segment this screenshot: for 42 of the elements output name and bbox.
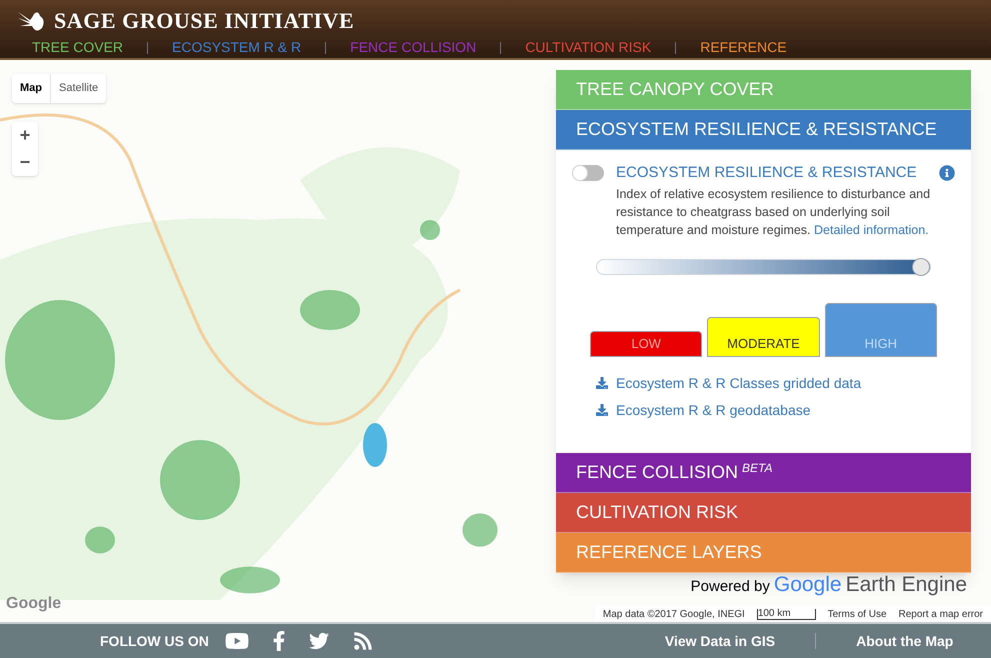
google-logo: Google <box>6 594 62 614</box>
opacity-slider-thumb[interactable] <box>912 258 930 276</box>
layer-description: Index of relative ecosystem resilience to disturbance and resistance to cheatgrass based on underlying soil temperature and moisture regimes. Detailed information. <box>616 186 932 238</box>
earth-engine-label: Earth Engine <box>846 572 967 598</box>
legend-class: HIGH <box>824 302 937 356</box>
nav-link[interactable]: ECOSYSTEM R & R <box>172 37 302 58</box>
terms-link[interactable]: Terms of Use <box>828 606 887 622</box>
map-data-credit: Map data ©2017 Google, INEGI <box>602 608 745 622</box>
map-type-button[interactable]: Satellite <box>50 74 106 102</box>
powered-by-label: Powered by <box>690 576 770 596</box>
info-icon[interactable] <box>939 165 955 182</box>
download-link[interactable]: Ecosystem R & R geodatabase <box>596 400 955 420</box>
layer-toggle[interactable] <box>572 165 604 182</box>
footer-link[interactable]: View Data in GIS <box>664 630 776 652</box>
report-link[interactable]: Report a map error <box>898 606 983 622</box>
zoom-in-button[interactable]: + <box>12 122 38 149</box>
follow-label: FOLLOW US ON <box>100 632 209 650</box>
twitter-icon[interactable] <box>308 631 329 651</box>
nav-link[interactable]: CULTIVATION RISK <box>525 37 652 58</box>
nav-link[interactable]: FENCE COLLISION <box>350 37 476 58</box>
legend-class: LOW <box>590 330 702 356</box>
download-icon <box>596 377 608 389</box>
map-area[interactable] <box>0 60 991 622</box>
layer-title: ECOSYSTEM RESILIENCE & RESISTANCE <box>616 163 918 183</box>
site-title: SAGE GROUSE INITIATIVE <box>54 7 354 35</box>
download-link[interactable]: Ecosystem R & R Classes gridded data <box>596 372 955 394</box>
section-header[interactable]: REFERENCE LAYERS <box>556 532 971 572</box>
scale-label: 100 km <box>756 608 816 620</box>
nav-link[interactable]: TREE COVER <box>32 37 124 58</box>
beta-label: BETA <box>742 460 772 477</box>
detailed-info-link[interactable]: Detailed information. <box>814 222 929 236</box>
section-header[interactable]: FENCE COLLISION BETA <box>556 452 971 492</box>
map-type-button[interactable]: Map <box>12 74 50 102</box>
nav-link[interactable]: REFERENCE <box>700 37 787 58</box>
google-brand: Google <box>774 572 842 598</box>
zoom-out-button[interactable]: − <box>12 149 38 176</box>
footer-link[interactable]: About the Map <box>856 630 954 652</box>
section-header[interactable]: CULTIVATION RISK <box>556 492 971 532</box>
section-header[interactable]: ECOSYSTEM RESILIENCE & RESISTANCE <box>556 110 971 150</box>
download-icon <box>596 404 608 416</box>
legend-class: MODERATE <box>707 316 820 356</box>
rss-icon[interactable] <box>352 631 373 651</box>
